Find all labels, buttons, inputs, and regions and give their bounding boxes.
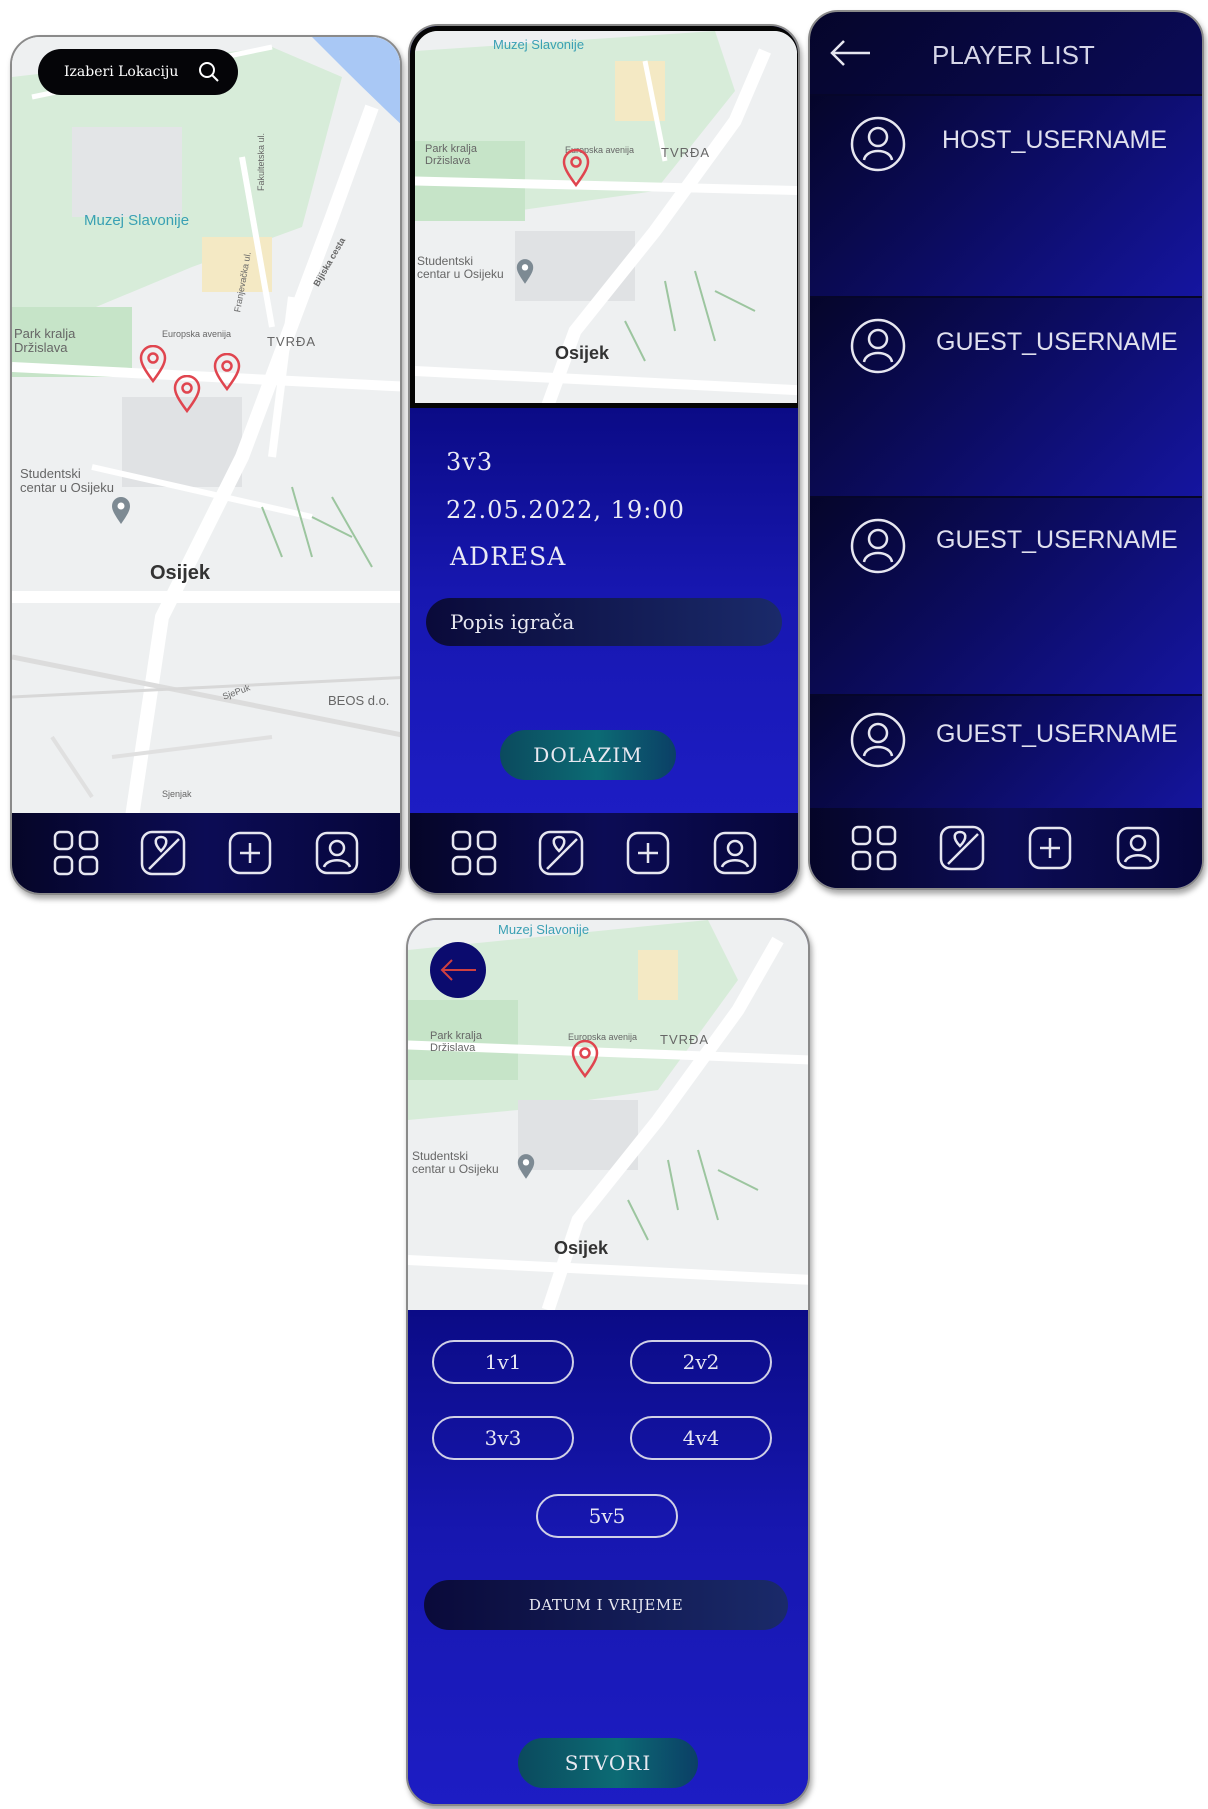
nav-grid-button[interactable] xyxy=(51,828,101,878)
map-marker-icon xyxy=(112,497,130,524)
nav-map-button[interactable] xyxy=(937,823,987,873)
nav-map-button[interactable] xyxy=(536,828,586,878)
district-label: TVRĐA xyxy=(660,1032,710,1047)
profile-icon xyxy=(713,831,756,875)
street-label: Fakultetska ul. xyxy=(256,132,267,192)
player-row[interactable]: HOST_USERNAME xyxy=(810,94,1202,296)
city-label: Osijek xyxy=(150,562,211,584)
street-label: Europska avenija xyxy=(162,329,232,339)
nav-profile-button[interactable] xyxy=(312,828,362,878)
district-label: TVRĐA xyxy=(661,145,711,160)
screen-map: Muzej Slavonije Fakultetska ul. Franjeva… xyxy=(10,35,402,895)
location-pin-icon[interactable] xyxy=(172,375,202,413)
screen-player-list: PLAYER LIST HOST_USERNAME GUEST_USERNAME… xyxy=(808,10,1204,890)
search-label: Izaberi Lokaciju xyxy=(64,64,179,80)
create-button[interactable]: STVORI xyxy=(518,1738,698,1788)
screen-game-detail: Muzej Slavonije Park kralja Držislava TVR… xyxy=(408,24,800,895)
city-label: Osijek xyxy=(555,343,610,363)
map-view[interactable]: Muzej Slavonije Park kralja Držislava TVR… xyxy=(410,26,798,408)
player-row[interactable]: GUEST_USERNAME xyxy=(810,694,1202,814)
location-pin-icon[interactable] xyxy=(561,149,591,187)
player-name: GUEST_USERNAME xyxy=(936,526,1178,554)
nav-map-button[interactable] xyxy=(138,828,188,878)
city-label: Osijek xyxy=(554,1238,609,1258)
datetime-button[interactable]: DATUM I VRIJEME xyxy=(424,1580,788,1630)
park-label: Park kralja Držislava xyxy=(430,1030,482,1054)
back-arrow-icon xyxy=(440,959,476,981)
location-pin-icon[interactable] xyxy=(138,345,168,383)
back-button[interactable] xyxy=(430,942,486,998)
beos-label: BEOS d.o. xyxy=(328,693,390,708)
map-marker-icon xyxy=(516,259,534,284)
student-center-label: Studentski centar u Osijeku xyxy=(417,254,504,281)
nav-profile-button[interactable] xyxy=(1113,823,1163,873)
player-name: GUEST_USERNAME xyxy=(936,720,1178,748)
grid-icon xyxy=(53,830,98,876)
map-marker-icon xyxy=(517,1154,535,1179)
game-datetime: 22.05.2022, 19:00 xyxy=(446,496,685,524)
create-game-panel: 1v1 2v2 3v3 4v4 5v5 DATUM I VRIJEME STVO… xyxy=(408,1310,808,1804)
mode-button-4v4[interactable]: 4v4 xyxy=(630,1416,772,1460)
player-name: GUEST_USERNAME xyxy=(936,328,1178,356)
grid-icon xyxy=(851,825,897,871)
student-center-label: Studentski centar u Osijeku xyxy=(20,466,114,495)
mode-button-1v1[interactable]: 1v1 xyxy=(432,1340,574,1384)
player-list-button[interactable]: Popis igrača xyxy=(426,598,782,646)
nav-grid-button[interactable] xyxy=(449,828,499,878)
street-label: Sjenjak xyxy=(162,789,192,799)
user-avatar-icon xyxy=(850,518,906,574)
game-address: ADRESA xyxy=(450,542,567,571)
add-icon xyxy=(626,831,669,875)
museum-label: Muzej Slavonije xyxy=(493,37,585,52)
add-icon xyxy=(228,831,271,875)
player-list-header: PLAYER LIST xyxy=(810,12,1202,94)
museum-label: Muzej Slavonije xyxy=(84,212,190,229)
nav-add-button[interactable] xyxy=(623,828,673,878)
player-row[interactable]: GUEST_USERNAME xyxy=(810,496,1202,694)
location-pin-icon[interactable] xyxy=(570,1040,600,1078)
join-button[interactable]: DOLAZIM xyxy=(500,730,676,780)
profile-icon xyxy=(1116,826,1160,870)
user-avatar-icon xyxy=(850,318,906,374)
location-pin-icon[interactable] xyxy=(212,353,242,391)
user-avatar-icon xyxy=(850,712,906,768)
screen-create-game: Muzej Slavonije Park kralja Držislava TVR… xyxy=(406,918,810,1806)
park-label: Park kralja Držislava xyxy=(14,326,76,355)
nav-grid-button[interactable] xyxy=(849,823,899,873)
back-arrow-icon[interactable] xyxy=(826,38,874,68)
mode-button-2v2[interactable]: 2v2 xyxy=(630,1340,772,1384)
museum-label: Muzej Slavonije xyxy=(498,922,590,937)
user-avatar-icon xyxy=(850,116,906,172)
mode-button-3v3[interactable]: 3v3 xyxy=(432,1416,574,1460)
nav-add-button[interactable] xyxy=(1025,823,1075,873)
map-icon xyxy=(140,830,185,876)
bottom-nav xyxy=(12,813,400,893)
nav-profile-button[interactable] xyxy=(710,828,760,878)
nav-add-button[interactable] xyxy=(225,828,275,878)
location-search-button[interactable]: Izaberi Lokaciju xyxy=(38,49,238,95)
player-name: HOST_USERNAME xyxy=(942,126,1168,154)
district-label: TVRĐA xyxy=(267,334,317,349)
game-info-panel: 3v3 22.05.2022, 19:00 ADRESA Popis igrač… xyxy=(410,408,798,817)
bottom-nav xyxy=(410,813,798,893)
map-icon xyxy=(939,825,985,871)
mode-button-5v5[interactable]: 5v5 xyxy=(536,1494,678,1538)
profile-icon xyxy=(315,831,358,875)
bottom-nav xyxy=(810,808,1202,888)
search-icon xyxy=(199,62,219,82)
player-row[interactable]: GUEST_USERNAME xyxy=(810,296,1202,496)
add-icon xyxy=(1028,826,1072,870)
game-mode: 3v3 xyxy=(446,448,494,476)
page-title: PLAYER LIST xyxy=(932,40,1095,70)
map-view[interactable]: Muzej Slavonije Fakultetska ul. Franjeva… xyxy=(12,37,400,817)
student-center-label: Studentski centar u Osijeku xyxy=(412,1149,499,1176)
grid-icon xyxy=(451,830,496,876)
park-label: Park kralja Držislava xyxy=(425,143,477,167)
map-icon xyxy=(538,830,583,876)
